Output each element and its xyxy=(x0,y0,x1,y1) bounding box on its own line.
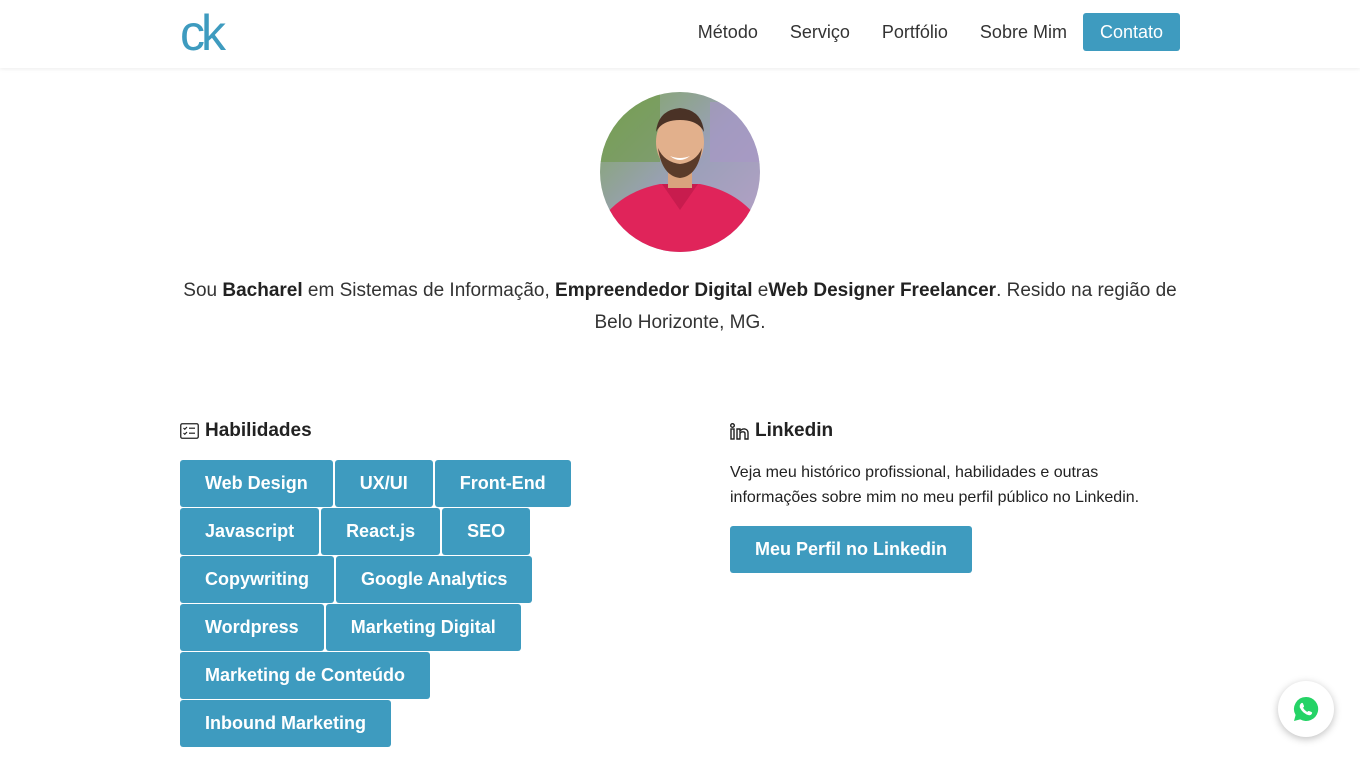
skills-row: Copywriting Google Analytics xyxy=(180,556,580,603)
logo-text: ck xyxy=(180,10,227,54)
linkedin-icon xyxy=(730,422,749,440)
linkedin-profile-button[interactable]: Meu Perfil no Linkedin xyxy=(730,526,973,573)
skill-badge: Marketing Digital xyxy=(325,604,521,651)
main-nav: Método Serviço Portfólio Sobre Mim Conta… xyxy=(698,13,1180,51)
skill-badge: Web Design xyxy=(180,460,333,507)
nav-link-metodo[interactable]: Método xyxy=(698,13,758,51)
nav-link-portfolio[interactable]: Portfólio xyxy=(882,13,948,51)
whatsapp-button[interactable] xyxy=(1278,681,1334,737)
skill-badge: Front-End xyxy=(434,460,571,507)
logo[interactable]: ck xyxy=(180,10,232,54)
skill-badge: Javascript xyxy=(180,508,320,555)
skills-row: Wordpress Marketing Digital xyxy=(180,604,580,651)
skill-badge: Wordpress xyxy=(180,604,324,651)
skill-badge: SEO xyxy=(442,508,531,555)
nav-link-servico[interactable]: Serviço xyxy=(790,13,850,51)
contact-button[interactable]: Contato xyxy=(1082,13,1180,51)
skills-row: Inbound Marketing xyxy=(180,700,580,747)
site-header: ck Método Serviço Portfólio Sobre Mim Co… xyxy=(0,0,1360,68)
skills-row: Javascript React.js SEO xyxy=(180,508,580,555)
skill-badge: React.js xyxy=(321,508,441,555)
skills-row: Web Design UX/UI Front-End xyxy=(180,460,580,507)
skill-badge: Marketing de Conteúdo xyxy=(180,652,431,699)
skills-title: Habilidades xyxy=(180,420,312,442)
linkedin-title: Linkedin xyxy=(730,420,833,442)
skill-badge: Inbound Marketing xyxy=(180,700,391,747)
whatsapp-icon xyxy=(1293,696,1319,721)
skill-badge: Copywriting xyxy=(180,556,334,603)
skill-badge: Google Analytics xyxy=(336,556,533,603)
checklist-icon xyxy=(180,423,199,439)
skills-row: Marketing de Conteúdo xyxy=(180,652,580,699)
linkedin-description: Veja meu histórico profissional, habilid… xyxy=(730,464,1140,506)
nav-link-sobre-mim[interactable]: Sobre Mim xyxy=(980,13,1067,51)
skill-badge: UX/UI xyxy=(334,460,433,507)
bio-text: Sou Bacharel em Sistemas de Informação, … xyxy=(183,280,1177,333)
profile-photo xyxy=(600,92,760,252)
skills-list: Web Design UX/UI Front-End Javascript Re… xyxy=(180,460,580,748)
